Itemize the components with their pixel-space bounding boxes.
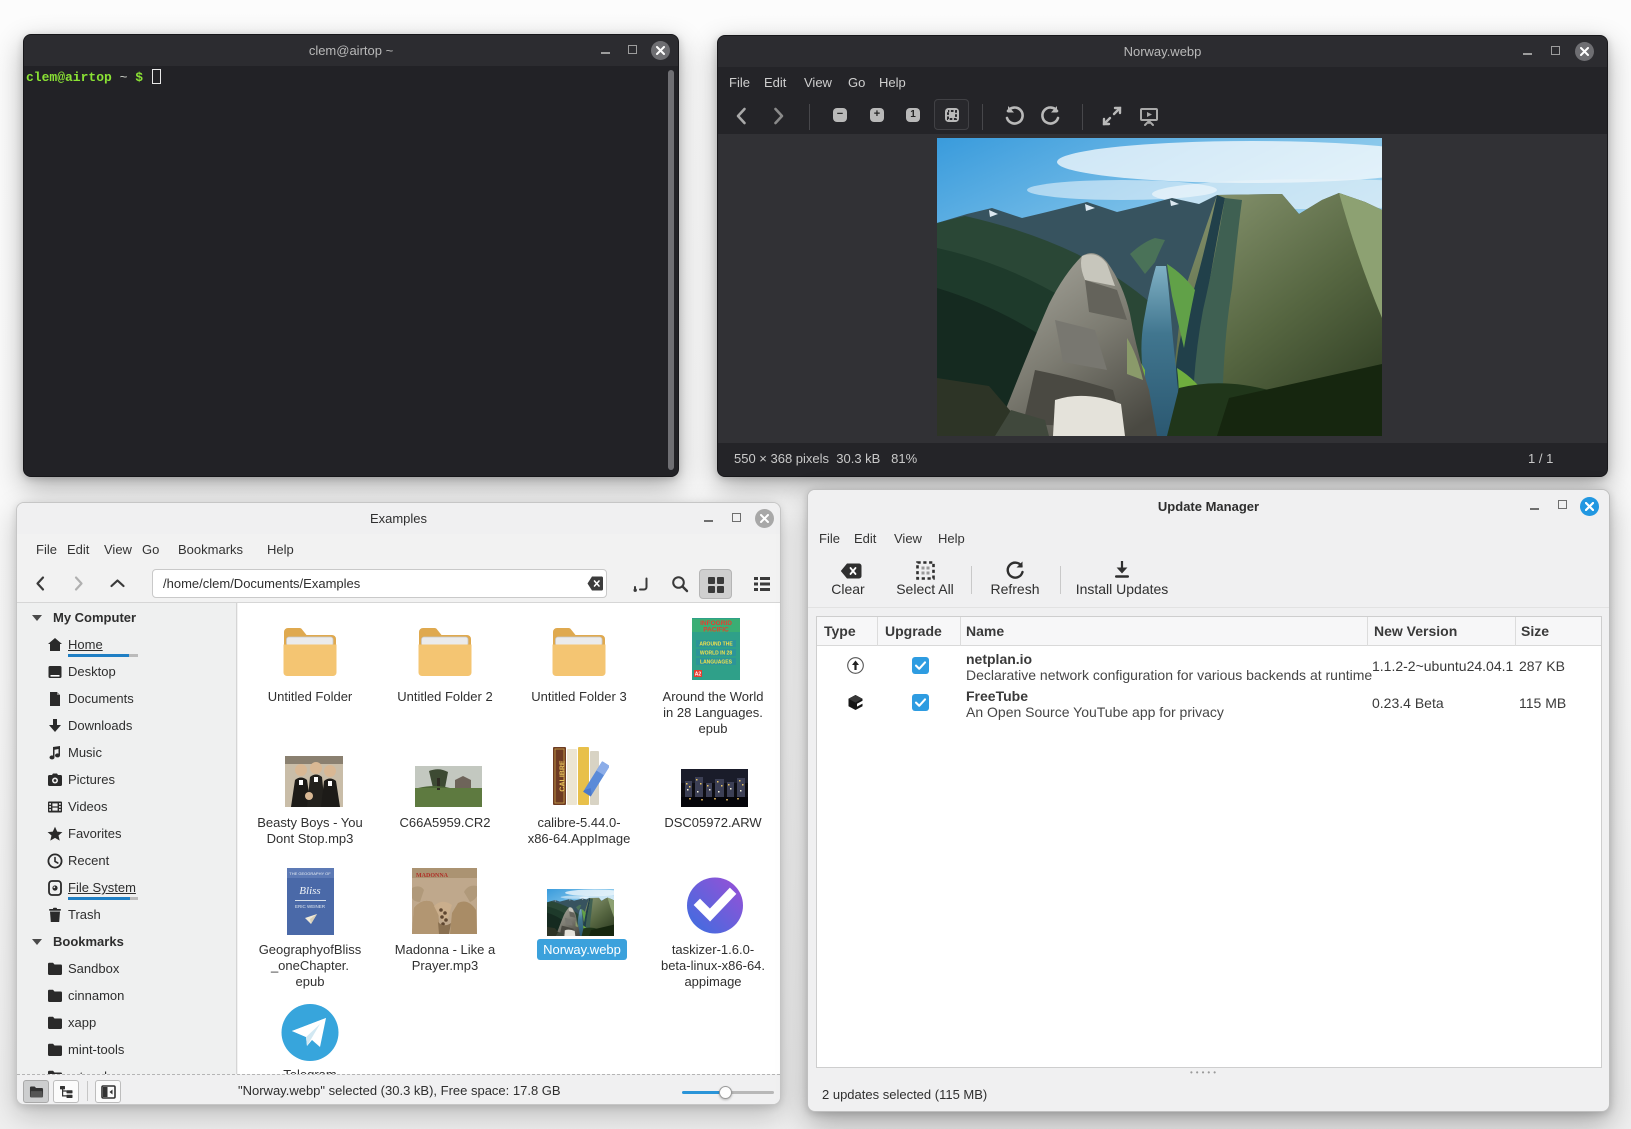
- svg-text:ERIC WEINER: ERIC WEINER: [295, 904, 326, 909]
- svg-text:CALIBRE: CALIBRE: [560, 760, 567, 791]
- svg-text:PACIFIC: PACIFIC: [703, 627, 729, 634]
- svg-text:THE GEOGRAPHY OF: THE GEOGRAPHY OF: [289, 871, 331, 876]
- svg-text:WORLD IN 28: WORLD IN 28: [700, 651, 732, 657]
- svg-text:MADONNA: MADONNA: [416, 873, 449, 879]
- svg-text:AROUND THE: AROUND THE: [699, 642, 733, 648]
- svg-text:A2: A2: [695, 672, 702, 678]
- svg-text:Bliss: Bliss: [299, 885, 320, 897]
- svg-text:LANGUAGES: LANGUAGES: [700, 660, 733, 666]
